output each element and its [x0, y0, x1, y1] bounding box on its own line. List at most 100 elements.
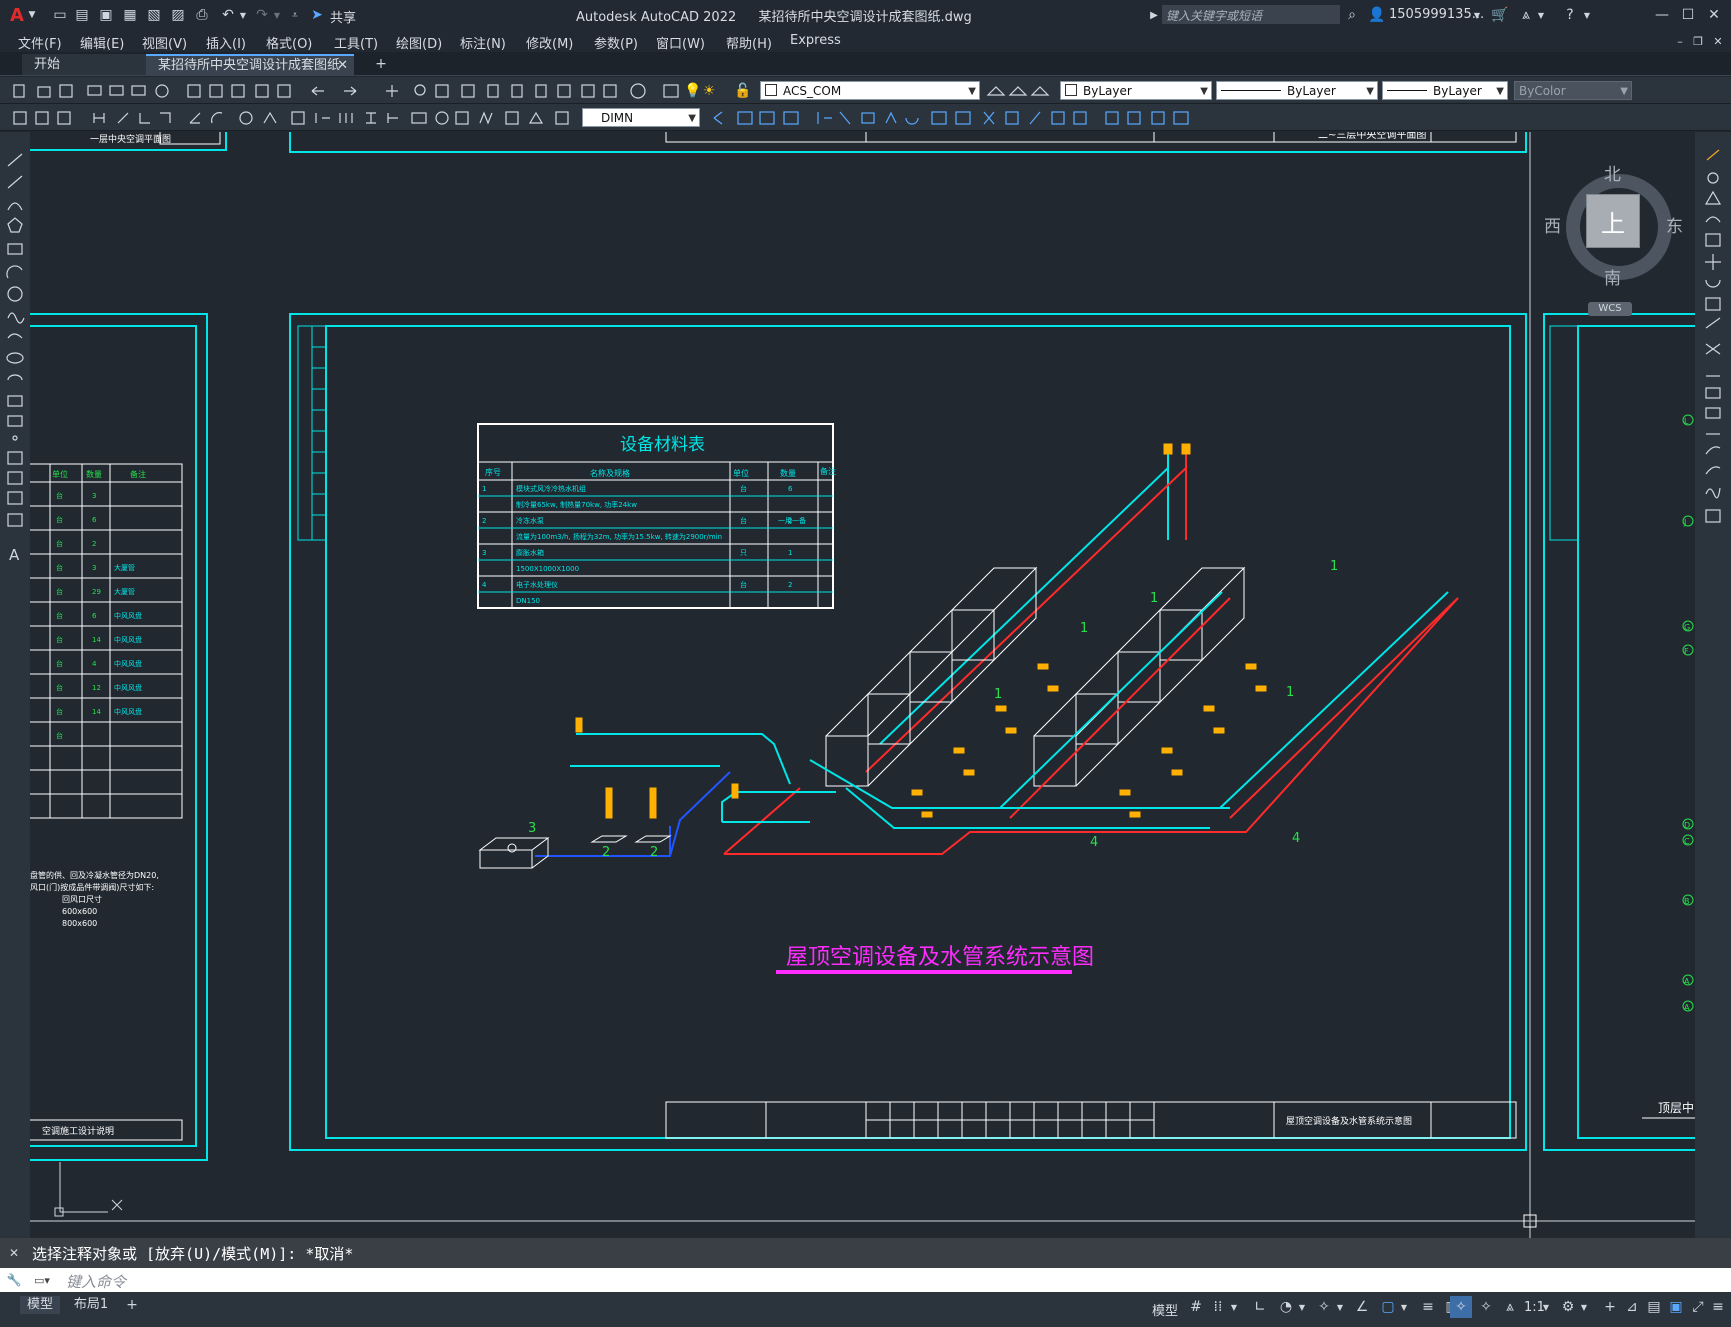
menu-parametric[interactable]: 参数(P)	[594, 33, 638, 52]
plotstyle-select[interactable]: ByColor ▼	[1514, 81, 1632, 100]
maximize-icon[interactable]: ☐	[1676, 4, 1700, 26]
menu-edit[interactable]: 编辑(E)	[80, 33, 124, 52]
new-file-icon[interactable]: ▭	[50, 5, 70, 25]
doc-close-icon[interactable]: ✕	[1710, 32, 1726, 50]
tab-layout1[interactable]: 布局1	[66, 1296, 116, 1314]
menu-modify[interactable]: 修改(M)	[526, 33, 573, 52]
menu-file[interactable]: 文件(F)	[18, 33, 62, 52]
lineweight-icon[interactable]: ≡	[1418, 1297, 1438, 1317]
autocad-logo-icon[interactable]: A	[6, 4, 28, 26]
autodesk-app-dropdown-icon[interactable]: ▼	[1536, 6, 1546, 24]
lock-ui-icon[interactable]: ▣	[1666, 1297, 1686, 1317]
undo-dropdown-icon[interactable]: ▼	[238, 6, 248, 24]
menu-express[interactable]: Express	[790, 33, 841, 48]
menu-dimension[interactable]: 标注(N)	[460, 33, 506, 52]
layer-select[interactable]: ACS_COM ▼	[760, 81, 980, 100]
save-as-icon[interactable]: ▦	[120, 5, 140, 25]
viewcube-east[interactable]: 东	[1666, 212, 1683, 237]
polar-icon[interactable]: ◔	[1276, 1297, 1296, 1317]
open-from-web-icon[interactable]: ▧	[144, 5, 164, 25]
menu-view[interactable]: 视图(V)	[142, 33, 187, 52]
annotation-visibility-icon[interactable]: ✧	[1450, 1296, 1472, 1318]
units-icon[interactable]: ⊿	[1622, 1297, 1642, 1317]
command-recent-icon[interactable]: ▭▾	[30, 1271, 54, 1289]
menu-help[interactable]: 帮助(H)	[726, 33, 772, 52]
menu-tools[interactable]: 工具(T)	[334, 33, 378, 52]
auto-scale-icon[interactable]: ✧	[1476, 1297, 1496, 1317]
viewcube-north[interactable]: 北	[1604, 160, 1621, 185]
quick-properties-icon[interactable]: ▤	[1644, 1297, 1664, 1317]
menu-window[interactable]: 窗口(W)	[656, 33, 705, 52]
close-icon[interactable]: ✕	[1702, 4, 1726, 26]
open-file-icon[interactable]: ▤	[72, 5, 92, 25]
customize-status-icon[interactable]: ≡	[1710, 1297, 1726, 1317]
workspace-dropdown-icon[interactable]: ▼	[1578, 1297, 1590, 1317]
minimize-icon[interactable]: —	[1650, 4, 1674, 26]
isodraft-dropdown-icon[interactable]: ▼	[1334, 1297, 1346, 1317]
scale-dropdown-icon[interactable]: ▼	[1540, 1297, 1552, 1317]
customize-qat-icon[interactable]: ⩡	[288, 6, 302, 24]
linetype-select[interactable]: ByLayer ▼	[1216, 81, 1378, 100]
modify-toolbar-icons[interactable]	[706, 104, 1206, 131]
ortho-icon[interactable]: ∟	[1250, 1297, 1270, 1317]
snap-icon[interactable]: ⁞⁞	[1208, 1297, 1228, 1317]
command-settings-icon[interactable]: 🔧	[6, 1271, 22, 1289]
layer-sun-icon[interactable]: ☀	[702, 82, 716, 100]
new-tab-icon[interactable]: +	[372, 55, 390, 73]
menu-draw[interactable]: 绘图(D)	[396, 33, 442, 52]
annotation-scale-icon[interactable]: ⩓	[1500, 1297, 1520, 1317]
doc-restore-icon[interactable]: ❐	[1690, 32, 1706, 50]
new-layout-icon[interactable]: +	[124, 1296, 140, 1314]
osnap-icon[interactable]: ▢	[1378, 1297, 1398, 1317]
add-icon[interactable]: +	[1600, 1297, 1620, 1317]
model-space-toggle[interactable]: 模型	[1152, 1300, 1178, 1319]
layer-lock-icon[interactable]: 🔓	[734, 82, 751, 100]
osnap-dropdown-icon[interactable]: ▼	[1398, 1297, 1410, 1317]
command-close-icon[interactable]: ✕	[6, 1244, 22, 1262]
clean-screen-icon[interactable]: ⤢	[1688, 1297, 1708, 1317]
search-input[interactable]: 键入关键字或短语	[1162, 5, 1340, 24]
save-icon[interactable]: ▣	[96, 5, 116, 25]
viewcube-face[interactable]: 上	[1586, 194, 1640, 248]
search-icon[interactable]: ⌕	[1342, 5, 1362, 25]
command-input[interactable]: 键入命令	[62, 1270, 1722, 1291]
dimstyle-select[interactable]: DIMN ▼	[582, 108, 700, 127]
tab-start[interactable]: 开始	[22, 54, 146, 75]
help-icon[interactable]: ?	[1560, 5, 1580, 25]
share-icon[interactable]: ➤	[308, 5, 326, 25]
redo-icon[interactable]: ↷	[252, 5, 272, 25]
search-expand-icon[interactable]: ▶	[1148, 6, 1160, 24]
viewcube[interactable]: 上 北 南 西 东 WCS	[1544, 152, 1684, 316]
modify-tools-icons[interactable]	[1695, 138, 1731, 548]
polar-dropdown-icon[interactable]: ▼	[1296, 1297, 1308, 1317]
save-to-web-icon[interactable]: ▨	[168, 5, 188, 25]
drawing-canvas[interactable]: .cy { fill:none; stroke:#00e5e5; stroke-…	[30, 132, 1695, 1238]
otrack-icon[interactable]: ∠	[1352, 1297, 1372, 1317]
snap-dropdown-icon[interactable]: ▼	[1228, 1297, 1240, 1317]
share-button[interactable]: 共享	[330, 7, 356, 26]
user-dropdown-icon[interactable]: ▼	[1472, 6, 1482, 24]
user-name[interactable]: 1505999135...	[1389, 7, 1484, 22]
layer-tools-icons[interactable]	[984, 77, 1054, 104]
help-dropdown-icon[interactable]: ▼	[1582, 6, 1592, 24]
tab-active-drawing[interactable]: 某招待所中央空调设计成套图纸* ✕	[146, 54, 354, 92]
dimension-toolbar-icons[interactable]	[0, 104, 580, 131]
user-icon[interactable]: 👤	[1368, 5, 1386, 25]
drawing-svg[interactable]: .cy { fill:none; stroke:#00e5e5; stroke-…	[30, 132, 1695, 1238]
color-select[interactable]: ByLayer ▼	[1060, 81, 1212, 100]
menu-format[interactable]: 格式(O)	[266, 33, 312, 52]
layer-on-bulb-icon[interactable]: 💡	[684, 82, 701, 100]
plot-icon[interactable]: ⎙	[192, 5, 212, 25]
standard-toolbar-icons[interactable]	[0, 77, 690, 104]
viewcube-west[interactable]: 西	[1544, 212, 1561, 237]
tab-model[interactable]: 模型	[20, 1296, 60, 1314]
app-menu-chevron-icon[interactable]: ▼	[26, 6, 38, 24]
wcs-button[interactable]: WCS	[1588, 302, 1632, 316]
redo-dropdown-icon[interactable]: ▼	[272, 6, 282, 24]
doc-minimize-icon[interactable]: –	[1672, 32, 1688, 50]
undo-icon[interactable]: ↶	[218, 5, 238, 25]
lineweight-select[interactable]: ByLayer ▼	[1382, 81, 1508, 100]
isodraft-icon[interactable]: ✧	[1314, 1297, 1334, 1317]
autodesk-app-icon[interactable]: ⩓	[1516, 5, 1536, 25]
menu-insert[interactable]: 插入(I)	[206, 33, 246, 52]
